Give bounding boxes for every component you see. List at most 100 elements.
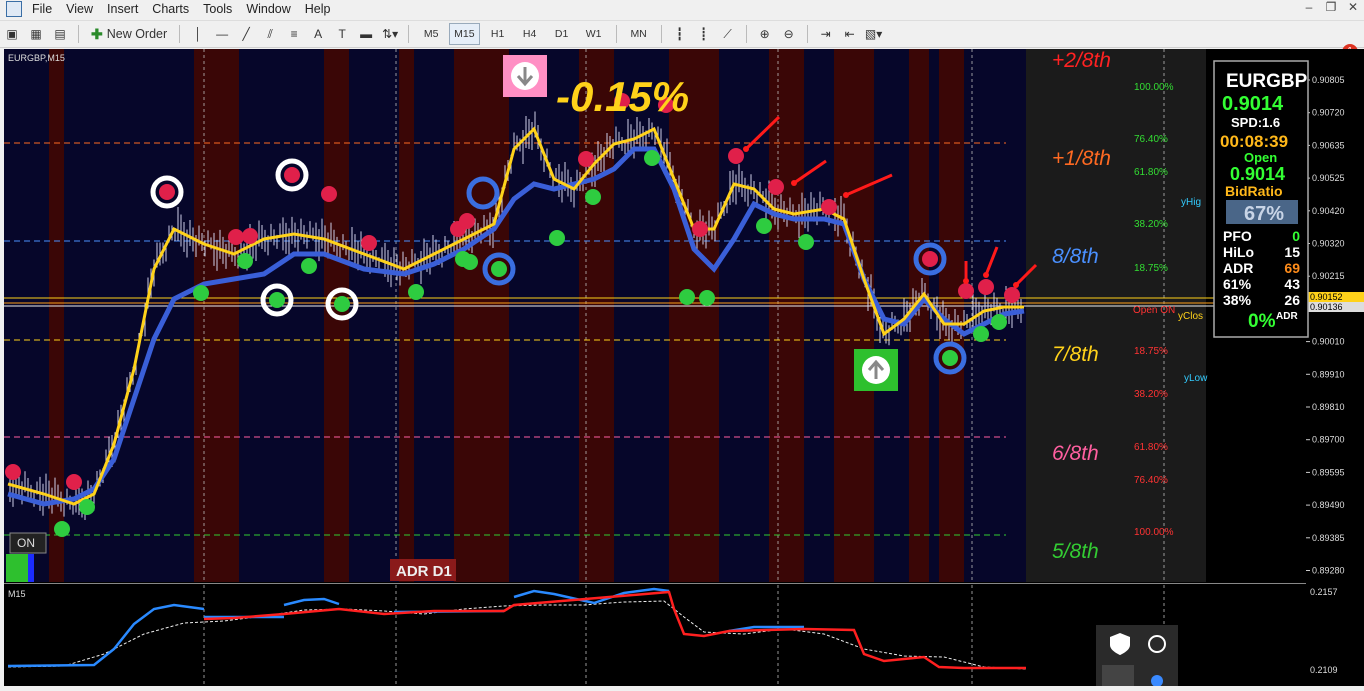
chart-window[interactable]: EURGBP,M15 -0.15% ADR D1 ON +2/8th +1/8th…	[4, 49, 1364, 687]
buy-dot	[699, 290, 715, 306]
price-axis-label: 0.89700	[1312, 435, 1345, 445]
sell-dot	[768, 179, 784, 195]
fib-label: 18.75%	[1134, 346, 1168, 357]
price-axis-label: 0.89910	[1312, 369, 1345, 379]
zoom-out-icon[interactable]: ⊖	[779, 24, 799, 44]
buy-dot	[798, 234, 814, 250]
text-icon[interactable]: A	[308, 24, 328, 44]
trendline-icon[interactable]: ╱	[236, 24, 256, 44]
sell-dot	[578, 151, 594, 167]
navigator-icon[interactable]: ▤	[50, 24, 70, 44]
timeframe-h1[interactable]: H1	[484, 24, 512, 44]
new-chart-icon[interactable]: ▣	[2, 24, 22, 44]
toolbar: ▣ ▦ ▤ ✚ New Order │ — ╱ ⫽ ≡ A T ▬ ⇅▾ M5 M…	[0, 20, 1364, 60]
red-zone	[669, 49, 719, 582]
rectangle-icon[interactable]: ▬	[356, 24, 376, 44]
buy-dot	[973, 326, 989, 342]
fib-label: 100.00%	[1134, 527, 1174, 538]
sell-dot	[5, 464, 21, 480]
timeframe-m5[interactable]: M5	[417, 24, 445, 44]
close-icon[interactable]: ✕	[1342, 0, 1364, 14]
timeframe-w1[interactable]: W1	[580, 24, 608, 44]
fib-label: 38.20%	[1134, 219, 1168, 230]
restore-icon[interactable]: ❐	[1320, 0, 1342, 14]
info-row-label: HiLo	[1223, 244, 1254, 260]
info-row-value: 69	[1284, 260, 1300, 276]
menu-file[interactable]: File	[30, 2, 64, 16]
menu-charts[interactable]: Charts	[150, 2, 201, 16]
timeframe-h4[interactable]: H4	[516, 24, 544, 44]
menu-tools[interactable]: Tools	[201, 2, 244, 16]
menu-help[interactable]: Help	[303, 2, 343, 16]
window-controls: – ❐ ✕	[1298, 0, 1364, 14]
buy-dot	[462, 254, 478, 270]
zoom-in-icon[interactable]: ⊕	[755, 24, 775, 44]
timeframe-d1[interactable]: D1	[548, 24, 576, 44]
info-adr-pct: 0%	[1248, 311, 1276, 332]
menu-bar: File View Insert Charts Tools Window Hel…	[0, 0, 1364, 18]
pen-icon[interactable]	[1102, 665, 1134, 686]
timeframe-mn[interactable]: MN	[625, 24, 653, 44]
price-tag-bid: 0.90136	[1310, 302, 1343, 312]
sell-dot	[228, 229, 244, 245]
horizontal-line-icon[interactable]: —	[212, 24, 232, 44]
sub-axis-top: 0.2157	[1310, 587, 1338, 597]
arrow-head	[791, 180, 797, 186]
price-axis-label: 0.89810	[1312, 402, 1345, 412]
app-icon[interactable]	[6, 1, 22, 17]
bottom-left-marker	[28, 554, 34, 582]
murrey-label: 8/8th	[1052, 245, 1099, 268]
profiles-icon[interactable]: ▦	[26, 24, 46, 44]
sell-dot	[459, 213, 475, 229]
toolbar-divider	[78, 25, 79, 43]
sell-dot	[978, 279, 994, 295]
info-row-value: 0	[1292, 228, 1300, 244]
chart-canvas[interactable]: EURGBP,M15 -0.15% ADR D1 ON +2/8th +1/8th…	[4, 49, 1364, 687]
buy-dot	[79, 499, 95, 515]
info-row-label: ADR	[1223, 260, 1253, 276]
info-symbol: EURGBP	[1226, 71, 1308, 92]
sell-dot	[321, 186, 337, 202]
fibonacci-icon[interactable]: ≡	[284, 24, 304, 44]
price-tag-current: 0.90152	[1310, 292, 1343, 302]
candlestick-icon[interactable]: ┋	[694, 24, 714, 44]
line-chart-icon[interactable]: ⟋	[718, 24, 738, 44]
info-bidratio-label: BidRatio	[1225, 183, 1283, 199]
templates-icon[interactable]: ▧▾	[864, 24, 884, 44]
info-timer: 00:08:39	[1220, 132, 1288, 151]
price-axis-label: 0.90525	[1312, 173, 1345, 183]
text-label-icon[interactable]: T	[332, 24, 352, 44]
yhigh-label: yHig	[1181, 197, 1201, 208]
price-axis-label: 0.90635	[1312, 140, 1345, 150]
buy-dot	[585, 189, 601, 205]
red-zone	[769, 49, 804, 582]
info-row-label: PFO	[1223, 228, 1252, 244]
red-zone	[454, 49, 509, 582]
fib-label: 18.75%	[1134, 263, 1168, 274]
murrey-label: 6/8th	[1052, 442, 1099, 465]
fib-label: 76.40%	[1134, 134, 1168, 145]
equidistant-channel-icon[interactable]: ⫽	[260, 24, 280, 44]
sell-dot	[242, 228, 258, 244]
fib-label: 100.00%	[1134, 82, 1174, 93]
sell-dot	[958, 283, 974, 299]
arrows-dropdown-icon[interactable]: ⇅▾	[380, 24, 400, 44]
vertical-line-icon[interactable]: │	[188, 24, 208, 44]
info-row-value: 26	[1284, 292, 1300, 308]
menu-insert[interactable]: Insert	[105, 2, 150, 16]
autoscroll-icon[interactable]: ⇤	[840, 24, 860, 44]
info-spread: SPD:1.6	[1231, 115, 1280, 130]
buy-dot	[408, 284, 424, 300]
menu-window[interactable]: Window	[244, 2, 302, 16]
new-order-label: New Order	[106, 27, 168, 41]
timeframe-m15[interactable]: M15	[449, 23, 480, 45]
new-order-button[interactable]: ✚ New Order	[87, 24, 171, 44]
fib-label: 61.80%	[1134, 442, 1168, 453]
minimize-icon[interactable]: –	[1298, 0, 1320, 14]
adr-label: ADR D1	[396, 563, 452, 580]
arrow-head	[963, 278, 969, 284]
bar-chart-icon[interactable]: ┇	[670, 24, 690, 44]
chart-shift-icon[interactable]: ⇥	[816, 24, 836, 44]
chart-symbol-label: EURGBP,M15	[8, 53, 65, 63]
menu-view[interactable]: View	[64, 2, 105, 16]
